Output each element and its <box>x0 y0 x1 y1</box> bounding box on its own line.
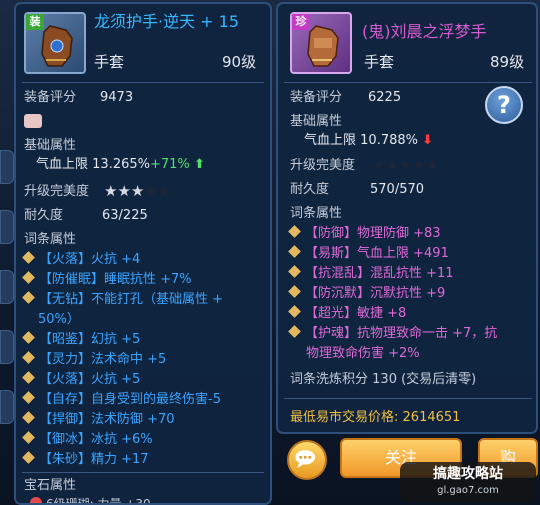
side-tab[interactable] <box>0 210 14 244</box>
affix-row-continued: 物理致命伤害 +2% <box>306 346 420 361</box>
base-attr-name: 气血上限 <box>304 133 357 148</box>
gem-label: 宝石属性 <box>24 478 77 493</box>
divider <box>284 82 532 83</box>
glove-icon <box>41 25 73 67</box>
side-tab[interactable] <box>0 270 14 304</box>
watermark-url: gl.gao7.com <box>437 485 499 496</box>
affix-row: 【朱砂】精力 +17 <box>22 451 149 468</box>
base-attr-name: 气血上限 <box>36 157 89 172</box>
item-name: 龙须护手·逆天 + 15 <box>94 12 240 31</box>
base-attr-bonus: +71% <box>150 157 190 172</box>
arrow-up-icon: ⬆ <box>193 157 205 172</box>
market-price: 最低易市交易价格: 2614651 <box>290 410 461 425</box>
arrow-down-icon: ⬇ <box>422 133 434 148</box>
affix-row: 【灵力】法术命中 +5 <box>22 351 166 368</box>
affix-row: 【超光】敏捷 +8 <box>288 305 406 322</box>
base-attr-value: 13.265% <box>92 157 150 172</box>
item-level: 89级 <box>490 53 525 71</box>
durability-label: 耐久度 <box>24 208 64 223</box>
affix-row-continued: 50%） <box>38 312 80 327</box>
upgrade-label: 升级完美度 <box>24 184 90 199</box>
affix-row: 【御冰】冰抗 +6% <box>22 431 153 448</box>
gem-icon <box>30 497 42 503</box>
affix-row: 【易斯】气血上限 +491 <box>288 245 449 262</box>
base-attr-value: 10.788% <box>360 133 418 148</box>
rating-label: 装备评分 <box>24 90 77 105</box>
glove-icon <box>307 25 339 67</box>
affix-label: 词条属性 <box>290 206 343 221</box>
gem-row: 6级珊瑚: 力量 +30 <box>30 496 151 503</box>
affix-row: 【防催眠】睡眠抗性 +7% <box>22 271 192 288</box>
item-name: (鬼)刘晨之浮梦手 <box>362 22 487 41</box>
upgrade-stars: ★★★★★ <box>372 156 440 174</box>
side-tab[interactable] <box>0 390 14 424</box>
base-attr-line: 气血上限 13.265%+71% ⬆ <box>36 157 205 173</box>
watermark: 搞趣攻略站 gl.gao7.com <box>400 462 536 502</box>
affix-row: 【防御】物理防御 +83 <box>288 225 441 242</box>
affix-row: 【火落】火抗 +5 <box>22 371 140 388</box>
item-icon: 珍 <box>290 12 352 74</box>
affix-label: 词条属性 <box>24 232 77 247</box>
item-level: 90级 <box>222 53 257 71</box>
divider <box>22 472 264 473</box>
upgrade-stars: ★★★★★ <box>104 182 172 200</box>
affix-row: 【捍御】法术防御 +70 <box>22 411 175 428</box>
wash-points: 词条洗炼积分 130 (交易后清零) <box>290 372 477 387</box>
affix-row: 【抗混乱】混乱抗性 +11 <box>288 265 454 282</box>
item-icon: 装 <box>24 12 86 74</box>
rating-value: 6225 <box>368 90 402 105</box>
affix-row: 【昭鉴】幻抗 +5 <box>22 331 140 348</box>
affix-row: 【火落】火抗 +4 <box>22 251 140 268</box>
base-attr-label: 基础属性 <box>24 138 77 153</box>
compare-item-tooltip: 珍 (鬼)刘晨之浮梦手 手套 89级 装备评分 6225 基础属性 气血上限 1… <box>276 2 538 434</box>
brain-icon[interactable] <box>24 114 42 128</box>
durability-value: 570/570 <box>370 182 425 197</box>
affix-row: 【无钻】不能打孔（基础属性 + <box>22 291 223 308</box>
affix-row: 【自存】自身受到的最终伤害-5 <box>22 391 221 408</box>
divider <box>284 398 532 399</box>
upgrade-label: 升级完美度 <box>290 158 356 173</box>
equipped-item-tooltip: 装 龙须护手·逆天 + 15 手套 90级 装备评分 9473 基础属性 气血上… <box>14 2 272 505</box>
item-type: 手套 <box>364 53 395 71</box>
side-tab[interactable] <box>0 150 14 184</box>
durability-value: 63/225 <box>102 208 148 223</box>
watermark-title: 搞趣攻略站 <box>433 466 503 482</box>
rating-label: 装备评分 <box>290 90 343 105</box>
durability-label: 耐久度 <box>290 182 330 197</box>
chat-glyph <box>295 450 316 469</box>
chat-bubble-icon[interactable] <box>287 440 327 480</box>
divider <box>22 82 264 83</box>
item-type: 手套 <box>94 53 125 71</box>
base-attr-label: 基础属性 <box>290 114 343 129</box>
side-tab[interactable] <box>0 330 14 364</box>
affix-row: 【防沉默】沉默抗性 +9 <box>288 285 445 302</box>
rating-value: 9473 <box>100 90 134 105</box>
base-attr-line: 气血上限 10.788% ⬇ <box>304 133 433 149</box>
affix-row: 【护魂】抗物理致命一击 +7，抗 <box>288 325 497 342</box>
question-icon[interactable]: ? <box>485 86 523 124</box>
